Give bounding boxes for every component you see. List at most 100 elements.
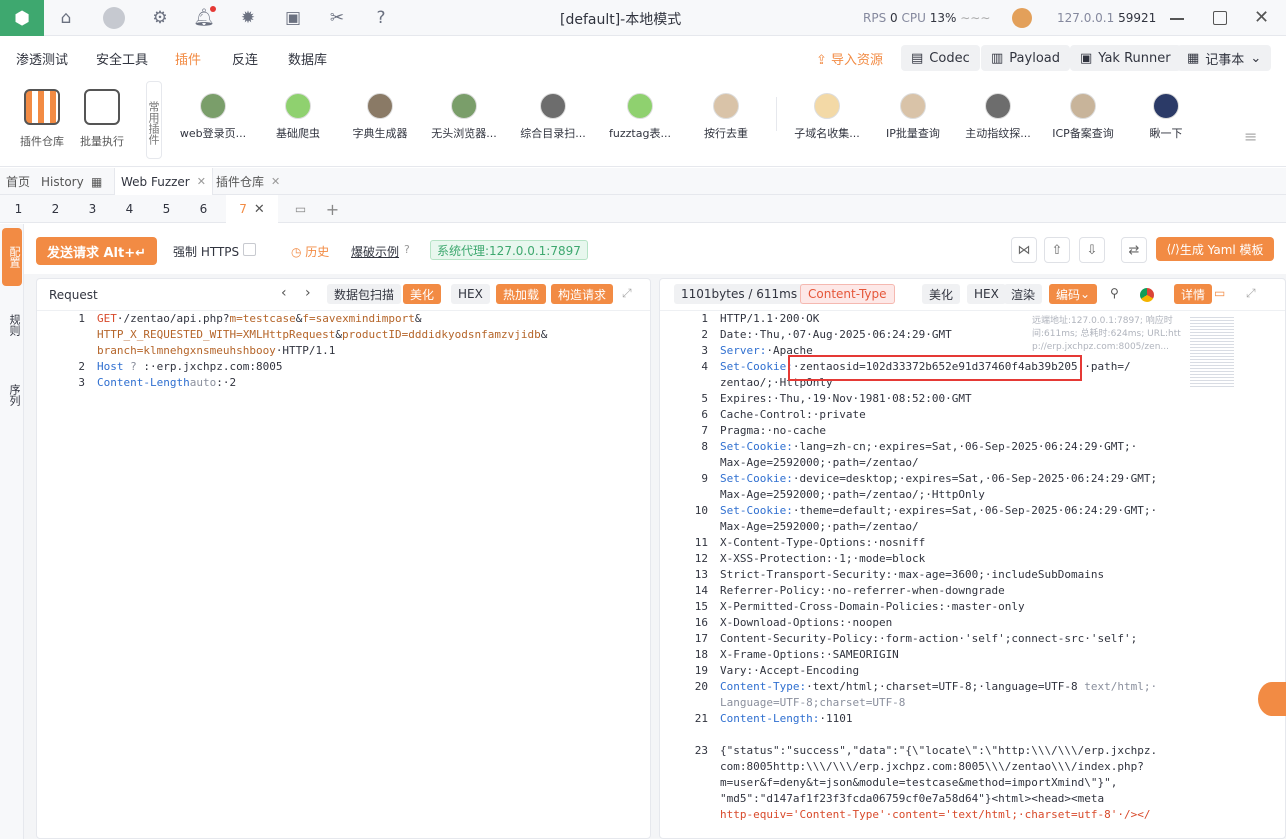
encoding-dropdown[interactable]: 编码 ⌄ (1049, 284, 1098, 304)
notification-bell-icon[interactable]: 🔔︎ (182, 0, 226, 36)
menu-pentest[interactable]: 渗透测试 (16, 49, 68, 68)
send-request-button[interactable]: 发送请求 Alt+↵ (36, 237, 157, 265)
fullscreen-icon[interactable]: ⤢ (1246, 286, 1256, 301)
settings-gear-icon[interactable]: ⚙ (138, 0, 182, 36)
batch-exec-button[interactable]: 批量执行 (72, 89, 132, 149)
notes-button[interactable]: ▦ 记事本 ⌄ (1177, 45, 1272, 71)
plugin-item[interactable]: 无头浏览器... (424, 93, 504, 141)
plugin-item[interactable]: 子域名收集... (787, 93, 867, 141)
packet-scan-button[interactable]: 数据包扫描 (327, 284, 402, 304)
plugin-item[interactable]: 主动指纹探... (958, 93, 1038, 141)
mascot-icon[interactable] (1258, 682, 1286, 716)
plugin-item[interactable]: web登录页... (173, 93, 253, 141)
help-icon[interactable]: ? (359, 0, 403, 36)
payload-button[interactable]: ▥ Payload (981, 45, 1070, 71)
chevron-left-icon[interactable]: ‹ (281, 285, 287, 301)
line-number: 8 (701, 440, 708, 453)
comment-icon[interactable]: ▭ (1214, 286, 1225, 300)
yak-runner-button[interactable]: ▣ Yak Runner (1070, 45, 1181, 71)
swap-icon[interactable]: ⇄ (1121, 237, 1147, 263)
yakit-logo-icon[interactable]: ⬢ (0, 0, 44, 36)
minimize-icon[interactable] (1167, 8, 1187, 28)
sub-tab[interactable]: 2 (37, 195, 74, 223)
sub-tab[interactable]: 6 (185, 195, 222, 223)
import-icon[interactable]: ⇩ (1079, 237, 1105, 263)
codec-button[interactable]: ▤ Codec (901, 45, 980, 71)
maximize-icon[interactable] (1210, 8, 1230, 28)
chevron-right-icon[interactable]: › (305, 285, 311, 301)
line-number: 4 (701, 360, 708, 373)
plugin-item[interactable]: 按行去重 (686, 93, 766, 141)
details-button[interactable]: 详情 (1174, 284, 1213, 304)
line-text: Expires:·Thu,·19·Nov·1981·08:52:00·GMT (720, 392, 972, 405)
avatar-icon[interactable] (92, 0, 136, 36)
tab-home[interactable]: 首页 (0, 168, 36, 195)
plugin-item[interactable]: 字典生成器 (340, 93, 420, 141)
plugin-item[interactable]: 综合目录扫... (513, 93, 593, 141)
engine-status-icon[interactable] (1012, 8, 1032, 28)
search-icon[interactable]: ⚲ (1110, 286, 1119, 300)
beautify-button[interactable]: 美化 (922, 284, 961, 304)
chrome-icon[interactable] (1140, 288, 1154, 302)
hex-button[interactable]: HEX (451, 284, 490, 304)
generate-yaml-button[interactable]: ⟨/⟩ 生成 Yaml 模板 (1156, 237, 1274, 261)
close-icon[interactable]: ✕ (271, 175, 280, 188)
terminal-icon[interactable]: ▣ (271, 0, 315, 36)
plugin-store-button[interactable]: 插件仓库 (12, 89, 72, 149)
plugin-item[interactable]: 瞅一下 (1126, 93, 1206, 141)
plugin-item[interactable]: fuzztag表... (600, 93, 680, 141)
bug-icon[interactable]: ✹ (226, 0, 270, 36)
sub-tab[interactable]: 1 (0, 195, 37, 223)
tab-history[interactable]: History (35, 168, 90, 195)
beautify-button[interactable]: 美化 (403, 284, 442, 304)
export-icon[interactable]: ⇧ (1044, 237, 1070, 263)
sub-tab[interactable]: 4 (111, 195, 148, 223)
import-resource-button[interactable]: ⇪ 导入资源 (816, 49, 883, 68)
line-number: 7 (701, 424, 708, 437)
hex-button[interactable]: HEX (967, 284, 1006, 304)
rail-rules[interactable]: 规则 (2, 300, 22, 350)
line-text: Set-Cookie:·lang=zh-cn;·expires=Sat,·06-… (720, 440, 1138, 453)
line-text: Set-Cookie:·device=desktop;·expires=Sat,… (720, 472, 1158, 485)
plugin-item[interactable]: 基础爬虫 (258, 93, 338, 141)
force-https-checkbox[interactable] (243, 243, 256, 256)
line-text: branch=klmnehgxnsmeuhshbooy·HTTP/1.1 (97, 344, 336, 357)
menu-plugins[interactable]: 插件 (175, 49, 201, 68)
plugin-item[interactable]: IP批量查询 (873, 93, 953, 141)
plugin-avatar-icon (451, 93, 477, 119)
menu-reverse[interactable]: 反连 (232, 49, 258, 68)
tab-web-fuzzer[interactable]: Web Fuzzer ✕ (114, 168, 213, 195)
rail-sequence[interactable]: 序列 (2, 370, 22, 420)
request-panel: Request ‹ › 数据包扫描 美化 HEX 热加载 构造请求 ⤢ 1 GET… (36, 278, 651, 839)
page-tabs: 首页 History ▦ Web Fuzzer ✕ 插件仓库 ✕ (0, 168, 1286, 195)
share-icon[interactable]: ⋈ (1011, 237, 1037, 263)
tab-plugin-store[interactable]: 插件仓库 ✕ (210, 168, 286, 195)
sub-tab[interactable]: 3 (74, 195, 111, 223)
plugin-item[interactable]: ICP备案查询 (1043, 93, 1123, 141)
render-button[interactable]: 渲染 (1004, 284, 1043, 304)
close-icon[interactable]: ✕ (197, 175, 206, 188)
hot-reload-button[interactable]: 热加载 (496, 284, 547, 304)
menu-security-tools[interactable]: 安全工具 (96, 49, 148, 68)
blast-example-link[interactable]: 爆破示例 (351, 243, 399, 260)
help-icon[interactable]: ? (404, 243, 410, 256)
system-proxy-tag[interactable]: 系统代理:127.0.0.1:7897 (430, 240, 588, 260)
menu-database[interactable]: 数据库 (288, 49, 327, 68)
line-number: 18 (694, 648, 708, 661)
window-title: [default]-本地模式 (560, 12, 682, 28)
home-icon[interactable]: ⌂ (44, 0, 88, 36)
build-request-button[interactable]: 构造请求 (551, 284, 614, 304)
close-window-icon[interactable]: ✕ (1254, 8, 1274, 28)
rail-config[interactable]: 配置 (2, 228, 22, 286)
tools-icon[interactable]: ✂ (315, 0, 359, 36)
sub-tab-active[interactable]: 7 ✕ (226, 195, 278, 223)
add-tab-icon[interactable]: + (314, 195, 351, 223)
fullscreen-icon[interactable]: ⤢ (622, 286, 632, 301)
sub-tab[interactable]: 5 (148, 195, 185, 223)
calendar-icon[interactable]: ▦ (85, 168, 108, 195)
expand-list-icon[interactable]: ≡ (1244, 127, 1257, 146)
minimap[interactable] (1190, 317, 1234, 387)
history-button[interactable]: ◷ 历史 (291, 243, 329, 260)
menu-bar: 渗透测试 安全工具 插件 反连 数据库 ⇪ 导入资源 ▤ Codec ▥ Paylo… (0, 37, 1286, 77)
close-icon[interactable]: ✕ (254, 202, 265, 217)
